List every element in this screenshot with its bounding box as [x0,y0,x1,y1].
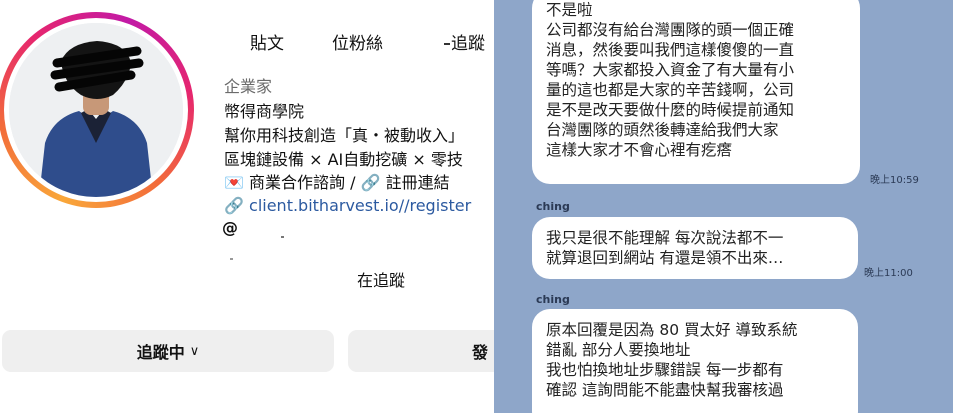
link-icon: 🔗 [224,196,244,215]
instagram-profile-panel: 貼文 位粉絲 追蹤 企業家 幣得商學院 幫你用科技創造「真・被動收入」 區塊鏈設… [0,0,495,413]
message-line: 公司都沒有給台灣團隊的頭一個正確 [546,21,795,39]
message-time: 晚上10:59 [870,175,919,186]
followers-stat[interactable]: 位粉絲 [332,29,383,54]
avatar-photo [9,23,183,197]
message-line: 是不是改天要做什麼的時候提前通知 [546,101,795,119]
message-line: 就算退回到網站 有還是領不出來… [546,249,784,267]
message-line: 錯亂 部分人要換地址 [546,341,691,359]
message-line: 台灣團隊的頭然後轉達給我們大家 [546,121,779,139]
heart-icon: 💌 [224,173,244,192]
message-line: 量的這也都是大家的辛苦錢啊，公司 [546,81,795,99]
threads-icon[interactable]: @ [222,218,238,237]
following-stat[interactable]: 追蹤 [444,29,485,54]
bio-line-2: 區塊鏈設備 × AI自動挖礦 × 零技 [224,150,463,169]
message-line: 原本回覆是因為 80 買太好 導致系統 [546,321,798,339]
divider [281,236,284,238]
following-button[interactable]: 追蹤中 ∨ [2,330,334,372]
message-line: 不是啦 [546,1,593,19]
profile-name: 幣得商學院 [224,102,305,121]
divider [230,258,233,260]
message-line: 我也怕換地址步驟錯誤 每一步都有 [546,361,784,379]
profile-category: 企業家 [224,77,273,96]
message-line: 我只是很不能理解 每次說法都不一 [546,229,784,247]
message-line: 等嗎？大家都投入資金了有大量有小 [546,61,795,79]
sender-name: ching [536,293,570,306]
line-chat-panel: 不是啦 公司都沒有給台灣團隊的頭一個正確 消息，然後要叫我們這樣傻傻的一直 等嗎… [494,0,953,413]
chevron-down-icon: ∨ [189,343,200,359]
sender-name: ching [536,200,570,213]
profile-link[interactable]: 🔗 client.bitharvest.io//register [224,196,471,216]
following-status: 在追蹤 [357,271,406,290]
message-line: 這樣大家才不會心裡有疙瘩 [546,141,733,159]
chat-bubble: 原本回覆是因為 80 買太好 導致系統 錯亂 部分人要換地址 我也怕換地址步驟錯… [532,309,858,413]
avatar [9,23,183,197]
story-ring[interactable] [0,12,194,208]
chat-bubble: 不是啦 公司都沒有給台灣團隊的頭一個正確 消息，然後要叫我們這樣傻傻的一直 等嗎… [532,0,860,184]
bio-line-1: 幫你用科技創造「真・被動收入」 [224,126,465,145]
message-button[interactable]: 發 [348,330,495,372]
posts-stat[interactable]: 貼文 [250,29,284,54]
message-time: 晚上11:00 [864,268,913,279]
bio-line-3: 💌 商業合作諮詢 / 🔗 註冊連結 [224,173,450,192]
message-line: 消息，然後要叫我們這樣傻傻的一直 [546,41,795,59]
chat-bubble: 我只是很不能理解 每次說法都不一 就算退回到網站 有還是領不出來… [532,217,858,279]
message-line: 確認 這詢問能不能盡快幫我審核過 [546,381,784,399]
